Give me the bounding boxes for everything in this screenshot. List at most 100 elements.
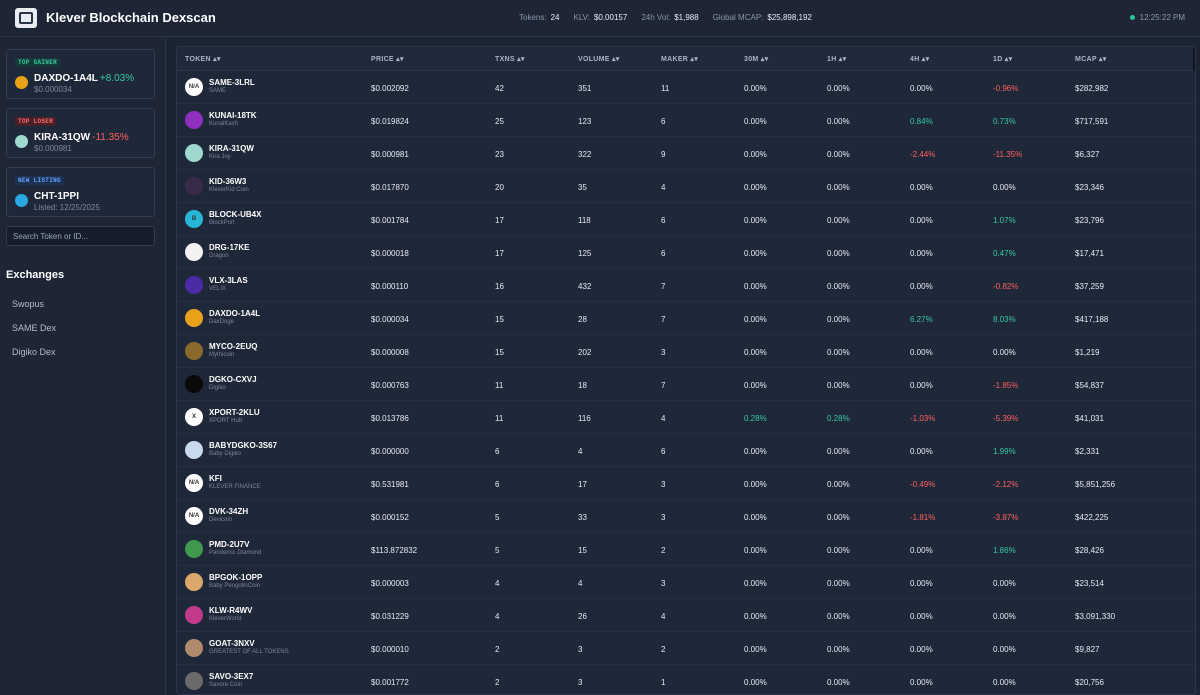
- table-row[interactable]: DRG-17KE Dragon $0.000018 17 125 6 0.00% 0.00% 0…: [177, 236, 1195, 269]
- table-row[interactable]: B BLOCK-UB4X BlockPort $0.001784 17 118 6 0.00%…: [177, 203, 1195, 236]
- clock-time: 12:25:22 PM: [1139, 13, 1185, 22]
- cell-h4: -2.44%: [910, 150, 936, 159]
- table-row[interactable]: BABYDGKO-3S67 Baby Digiko $0.000000 6 4 6 0.00…: [177, 434, 1195, 467]
- cell-txns: 2: [495, 645, 500, 654]
- app-logo[interactable]: [15, 8, 37, 28]
- cell-volume: 116: [578, 414, 591, 423]
- table-row[interactable]: DGKO-CXVJ Digiko $0.000763 11 18 7 0.00% 0.00% 0…: [177, 368, 1195, 401]
- cell-maker: 3: [661, 579, 666, 588]
- token-symbol: BPGOK-1OPP: [209, 573, 263, 582]
- cell-h4: 0.00%: [910, 546, 933, 555]
- stat-label: 24h Vol:: [641, 13, 671, 22]
- token-icon: [185, 375, 203, 393]
- cell-h4: 0.00%: [910, 381, 933, 390]
- top-loser-card[interactable]: TOP LOSER KIRA-31QW -11.35% $0.000981: [6, 108, 155, 158]
- cell-m30: 0.28%: [744, 414, 767, 423]
- column-header-volume[interactable]: VOLUME ▴▾: [578, 55, 620, 63]
- column-header-price[interactable]: PRICE ▴▾: [371, 55, 404, 63]
- top-loser-badge: TOP LOSER: [15, 117, 57, 126]
- table-row[interactable]: BPGOK-1OPP Baby PengolinCoin $0.000003 4 4 3 0…: [177, 566, 1195, 599]
- table-row[interactable]: X XPORT-2KLU XPORT Hub $0.013786 11 116 4 0.28%…: [177, 401, 1195, 434]
- cell-mcap: $417,188: [1075, 315, 1109, 324]
- cell-mcap: $23,796: [1075, 216, 1104, 225]
- token-name: Pandemic Diamond: [209, 550, 262, 556]
- cell-mcap: $717,591: [1075, 117, 1109, 126]
- scrollbar[interactable]: [1193, 47, 1195, 71]
- cell-m30: 0.00%: [744, 282, 767, 291]
- table-row[interactable]: N/A DVK-34ZH Devicoin $0.000152 5 33 3 0.00% 0.0…: [177, 500, 1195, 533]
- table-row[interactable]: KUNAI-18TK KunaiKash $0.019824 25 123 6 0.00% 0…: [177, 104, 1195, 137]
- cell-price: $0.000010: [371, 645, 409, 654]
- top-gainer-card[interactable]: TOP GAINER DAXDO-1A4L +8.03% $0.000034: [6, 49, 155, 99]
- column-header-30m[interactable]: 30M ▴▾: [744, 55, 768, 63]
- cell-volume: 202: [578, 348, 592, 357]
- token-icon: [185, 441, 203, 459]
- cell-txns: 11: [495, 414, 504, 423]
- table-row[interactable]: SAVO-3EX7 Savore Coin $0.001772 2 3 1 0.00% 0.0…: [177, 665, 1195, 694]
- token-symbol: KFI: [209, 474, 222, 483]
- column-header-1d[interactable]: 1D ▴▾: [993, 55, 1012, 63]
- token-price: $0.000981: [34, 144, 72, 153]
- cell-txns: 5: [495, 513, 500, 522]
- cell-h4: -1.81%: [910, 513, 936, 522]
- token-symbol: SAVO-3EX7: [209, 672, 254, 681]
- token-symbol: DVK-34ZH: [209, 507, 249, 516]
- column-header-mcap[interactable]: MCAP ▴▾: [1075, 55, 1107, 63]
- cell-d1: 8.03%: [993, 315, 1016, 324]
- cell-price: $0.000003: [371, 579, 409, 588]
- cell-h1: 0.00%: [827, 282, 850, 291]
- column-header-token[interactable]: TOKEN ▴▾: [185, 55, 221, 63]
- cell-txns: 23: [495, 150, 504, 159]
- cell-d1: -0.96%: [993, 84, 1019, 93]
- cell-maker: 7: [661, 282, 666, 291]
- token-symbol: KID-36W3: [209, 177, 247, 186]
- stat-24h-volume: 24h Vol: $1,988: [641, 13, 698, 22]
- table-row[interactable]: VLX-3LAS VELIX $0.000110 16 432 7 0.00% 0.00% 0.…: [177, 269, 1195, 302]
- table-row[interactable]: KLW-R4WV KleverWorld $0.031229 4 26 4 0.00% 0.0…: [177, 599, 1195, 632]
- cell-h1: 0.00%: [827, 447, 850, 456]
- token-symbol-text: DAXDO-1A4L: [34, 73, 98, 84]
- table-row[interactable]: DAXDO-1A4L DaxDoge $0.000034 15 28 7 0.00% 0.00…: [177, 302, 1195, 335]
- token-symbol: SAME-3LRL: [209, 78, 255, 87]
- cell-mcap: $41,031: [1075, 414, 1104, 423]
- exchange-link-same-dex[interactable]: SAME Dex: [12, 323, 56, 333]
- cell-price: $0.013786: [371, 414, 409, 423]
- column-header-txns[interactable]: TXNS ▴▾: [495, 55, 525, 63]
- table-row[interactable]: N/A SAME-3LRL SAME $0.002092 42 351 11 0.00% 0.0…: [177, 71, 1195, 104]
- top-gainer-badge: TOP GAINER: [15, 58, 61, 67]
- token-icon: [15, 194, 28, 207]
- table-row[interactable]: MYCO-2EUQ Mythicoin $0.000008 15 202 3 0.00% 0.…: [177, 335, 1195, 368]
- cell-d1: 0.00%: [993, 579, 1016, 588]
- table-row[interactable]: N/A KFI KLEVER FINANCE $0.531981 6 17 3 0.00% 0.…: [177, 467, 1195, 500]
- token-search-input[interactable]: [6, 226, 155, 246]
- table-row[interactable]: PMD-2U7V Pandemic Diamond $113.872832 5 15 2 0…: [177, 533, 1195, 566]
- table-row[interactable]: KIRA-31QW Kira Joy $0.000981 23 322 9 0.00% 0.0…: [177, 137, 1195, 170]
- token-symbol: BABYDGKO-3S67: [209, 441, 278, 450]
- token-icon: [185, 276, 203, 294]
- cell-d1: -1.85%: [993, 381, 1019, 390]
- global-stats: Tokens: 24 KLV: $0.00157 24h Vol: $1,988 Gl…: [519, 13, 812, 22]
- column-header-4h[interactable]: 4H ▴▾: [910, 55, 929, 63]
- new-listing-card[interactable]: NEW LISTING CHT-1PPI Listed: 12/25/2025: [6, 167, 155, 217]
- cell-h1: 0.00%: [827, 150, 850, 159]
- cell-m30: 0.00%: [744, 645, 767, 654]
- table-row[interactable]: GOAT-3NXV GREATEST OF ALL TOKENS $0.000010…: [177, 632, 1195, 665]
- listed-date: Listed: 12/25/2025: [34, 203, 100, 212]
- cell-d1: -5.39%: [993, 414, 1019, 423]
- cell-price: $0.000018: [371, 249, 409, 258]
- cell-maker: 9: [661, 150, 666, 159]
- cell-maker: 3: [661, 348, 666, 357]
- token-name: KleverKid Coin: [209, 187, 249, 193]
- cell-price: $0.000000: [371, 447, 409, 456]
- exchange-link-digiko-dex[interactable]: Digiko Dex: [12, 347, 56, 357]
- cell-m30: 0.00%: [744, 513, 767, 522]
- cell-volume: 33: [578, 513, 587, 522]
- exchange-link-swopus[interactable]: Swopus: [12, 299, 44, 309]
- column-header-1h[interactable]: 1H ▴▾: [827, 55, 846, 63]
- cell-h1: 0.00%: [827, 216, 850, 225]
- column-header-maker[interactable]: MAKER ▴▾: [661, 55, 698, 63]
- cell-d1: 0.00%: [993, 645, 1016, 654]
- cell-h4: 0.00%: [910, 612, 933, 621]
- cell-txns: 42: [495, 84, 504, 93]
- table-row[interactable]: KID-36W3 KleverKid Coin $0.017870 20 35 4 0.00…: [177, 170, 1195, 203]
